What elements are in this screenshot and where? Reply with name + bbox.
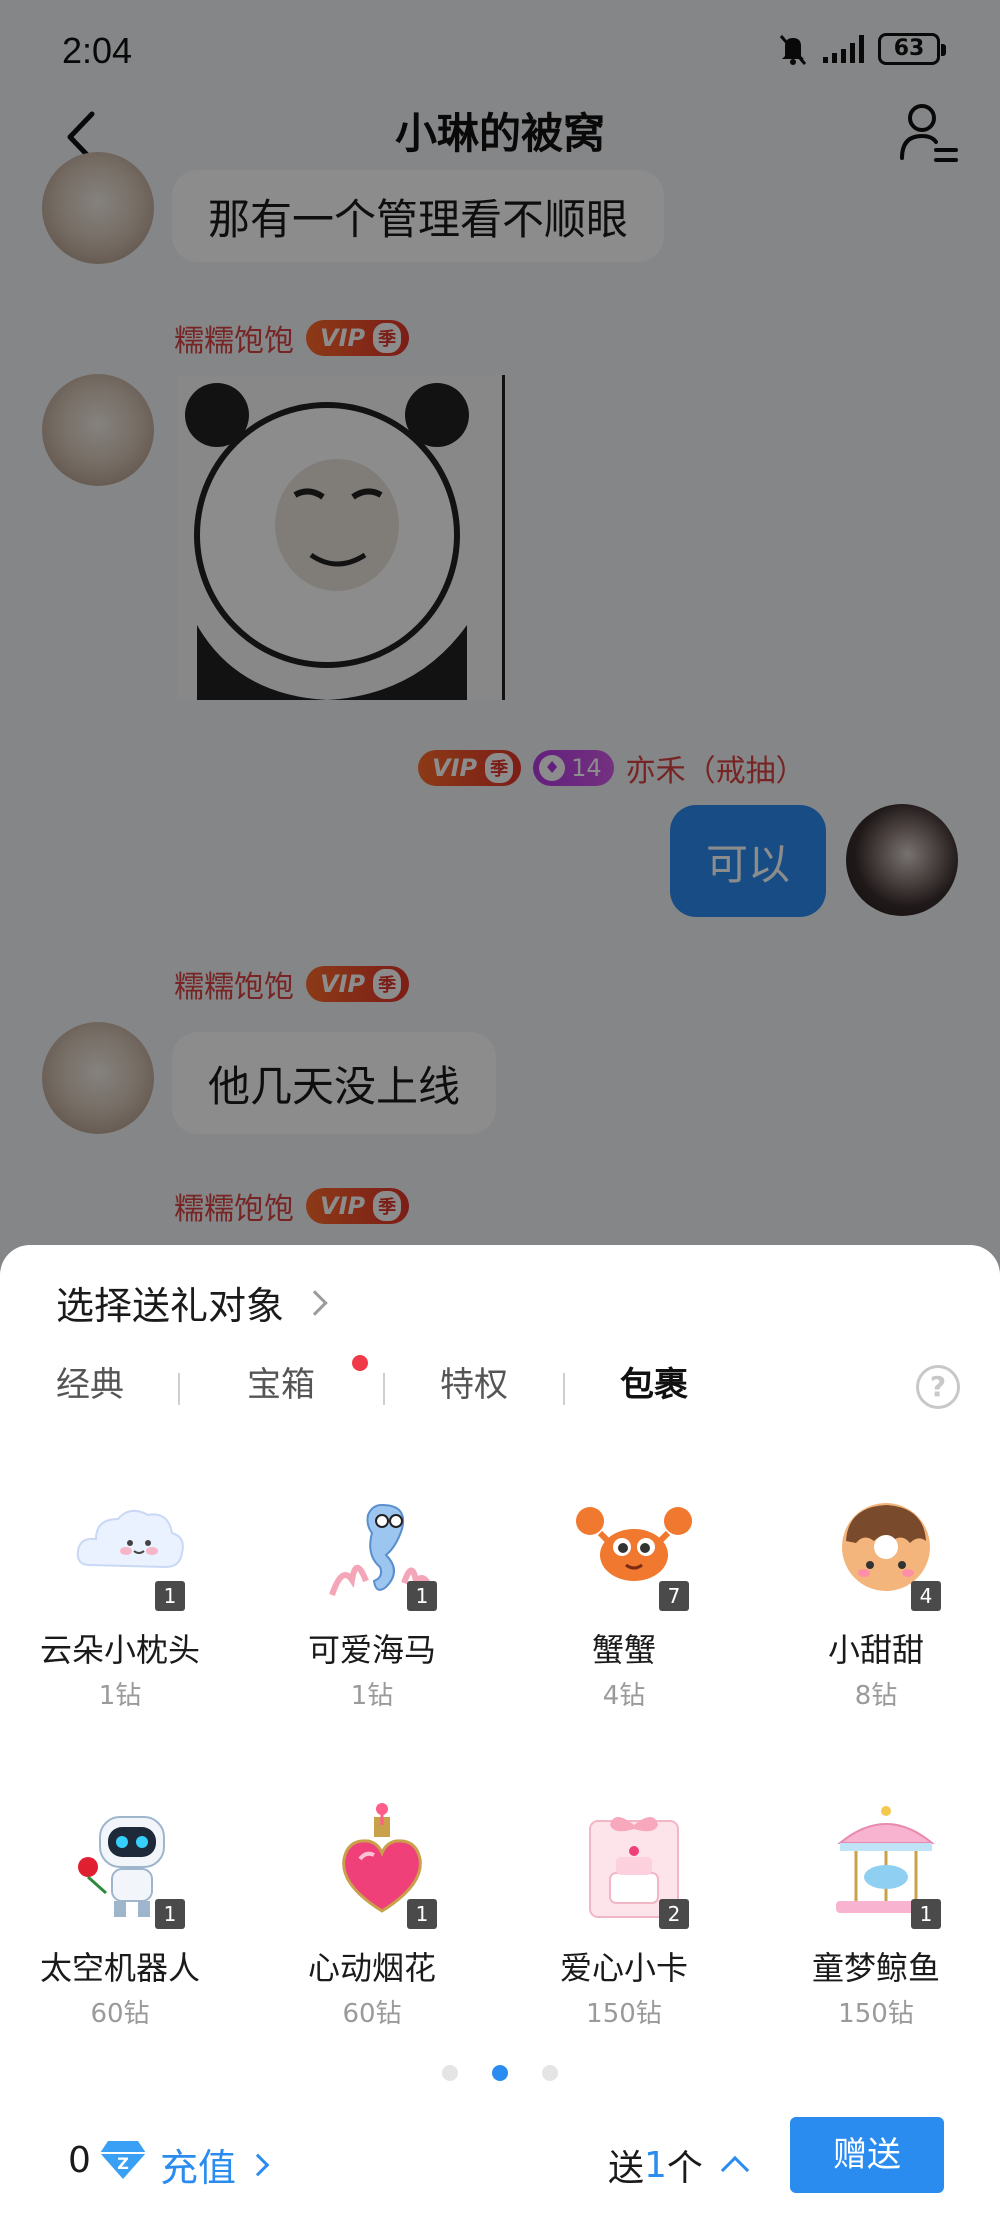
chevron-right-icon xyxy=(302,1289,328,1316)
gift-item[interactable]: 7 蟹蟹 4钻 xyxy=(504,1485,754,1765)
gift-name: 太空机器人 xyxy=(39,1949,200,1987)
tab-treasure-box[interactable]: 宝箱 xyxy=(247,1355,315,1415)
page-dot xyxy=(542,2065,558,2081)
gift-count-badge: 1 xyxy=(155,1581,185,1611)
gift-name: 心动烟花 xyxy=(307,1949,436,1987)
tab-divider xyxy=(383,1373,385,1405)
tab-divider xyxy=(178,1373,180,1405)
gift-name: 可爱海马 xyxy=(307,1631,436,1669)
gift-tabs: 经典 宝箱 特权 包裹 xyxy=(0,1355,1000,1415)
gift-price: 60钻 xyxy=(342,1999,402,2029)
gift-item[interactable]: 1 心动烟花 60钻 xyxy=(252,1803,502,2083)
gift-name: 蟹蟹 xyxy=(591,1631,656,1669)
gift-name: 爱心小卡 xyxy=(559,1949,688,1987)
gift-price: 150钻 xyxy=(838,1999,914,2029)
page-indicator xyxy=(0,2065,1000,2085)
gift-count-badge: 1 xyxy=(407,1899,437,1929)
gift-panel: 选择送礼对象 经典 宝箱 特权 包裹 ? 1 云朵小枕头 1钻 1 可爱海马 1… xyxy=(0,1245,1000,2225)
gift-price: 4钻 xyxy=(602,1681,646,1711)
gift-name: 小甜甜 xyxy=(827,1631,924,1669)
gift-item[interactable]: 1 可爱海马 1钻 xyxy=(252,1485,502,1765)
send-gift-button[interactable]: 赠送 xyxy=(790,2117,944,2193)
gift-count-badge: 7 xyxy=(659,1581,689,1611)
gift-price: 8钻 xyxy=(854,1681,898,1711)
page-dot-active xyxy=(492,2065,508,2081)
tab-privilege[interactable]: 特权 xyxy=(440,1355,508,1415)
gift-count-badge: 4 xyxy=(911,1581,941,1611)
tab-classic[interactable]: 经典 xyxy=(56,1355,124,1415)
help-icon[interactable]: ? xyxy=(916,1365,960,1409)
chevron-right-icon xyxy=(246,2153,270,2176)
svg-text:Z: Z xyxy=(117,2154,129,2173)
gift-name: 童梦鲸鱼 xyxy=(811,1949,940,1987)
gift-count-badge: 2 xyxy=(659,1899,689,1929)
quantity-prefix: 送 xyxy=(608,2148,645,2189)
diamond-balance: 0 xyxy=(68,2140,91,2181)
recharge-label: 充值 xyxy=(160,2146,237,2190)
gift-price: 60钻 xyxy=(90,1999,150,2029)
gift-count-badge: 1 xyxy=(911,1899,941,1929)
gift-item[interactable]: 1 云朵小枕头 1钻 xyxy=(0,1485,250,1765)
notification-dot xyxy=(352,1355,368,1371)
gift-item[interactable]: 1 童梦鲸鱼 150钻 xyxy=(756,1803,1000,2083)
gift-item[interactable]: 2 爱心小卡 150钻 xyxy=(504,1803,754,2083)
chevron-up-icon xyxy=(720,2155,750,2185)
quantity-value: 1 xyxy=(644,2144,667,2186)
quantity-selector[interactable]: 送 1 个 xyxy=(608,2139,750,2191)
tab-divider xyxy=(563,1373,565,1405)
gift-item[interactable]: 1 太空机器人 60钻 xyxy=(0,1803,250,2083)
tab-backpack[interactable]: 包裹 xyxy=(620,1355,688,1415)
diamond-icon: Z xyxy=(100,2141,146,2179)
page-dot xyxy=(442,2065,458,2081)
gift-name: 云朵小枕头 xyxy=(39,1631,200,1669)
select-recipient-button[interactable]: 选择送礼对象 xyxy=(56,1275,328,1330)
gift-price: 150钻 xyxy=(586,1999,662,2029)
recharge-button[interactable]: 充值 xyxy=(160,2137,270,2192)
gift-count-badge: 1 xyxy=(407,1581,437,1611)
gift-price: 1钻 xyxy=(98,1681,142,1711)
gift-count-badge: 1 xyxy=(155,1899,185,1929)
select-recipient-label: 选择送礼对象 xyxy=(56,1284,285,1328)
gift-item[interactable]: 4 小甜甜 8钻 xyxy=(756,1485,1000,1765)
quantity-unit: 个 xyxy=(666,2148,703,2189)
gift-price: 1钻 xyxy=(350,1681,394,1711)
gift-bottom-bar: 0 Z 充值 送 1 个 赠送 xyxy=(0,2115,1000,2215)
